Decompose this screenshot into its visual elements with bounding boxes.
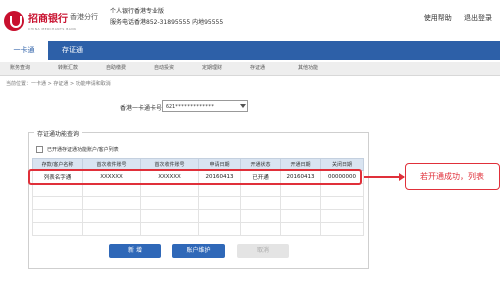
chevron-down-icon[interactable]	[240, 104, 246, 108]
table-row	[32, 209, 364, 223]
bank-branch: 香港分行	[70, 13, 98, 21]
bank-name-en: CHINA MERCHANTS BANK	[28, 27, 77, 31]
callout-arrow-line	[364, 176, 404, 178]
tab-deposit[interactable]: 存证通	[52, 41, 93, 60]
row-highlight-box	[28, 169, 362, 185]
subnav-item-payment[interactable]: 自助缴费	[106, 62, 126, 75]
help-link[interactable]: 使用帮助	[424, 14, 452, 22]
header-links: 使用帮助 退出登录	[414, 13, 492, 23]
account-select[interactable]: 621*************	[162, 100, 248, 112]
add-button[interactable]: 新 增	[109, 244, 161, 258]
bank-logo-icon	[4, 11, 24, 31]
table-row	[32, 183, 364, 197]
subnav-item-invest[interactable]: 自动投资	[154, 62, 174, 75]
breadcrumb: 当前位置：一卡通 > 存证通 > 功能申请和取消	[6, 81, 111, 87]
tab-card[interactable]: 一卡通	[0, 41, 48, 60]
account-maintain-button[interactable]: 账户维护	[172, 244, 225, 258]
subnav-item-fixed[interactable]: 定期理财	[202, 62, 222, 75]
header-service-phone: 服务电话香港852-31895555 内地95555	[110, 19, 224, 26]
subnav-item-account[interactable]: 账务查询	[10, 62, 30, 75]
logout-link[interactable]: 退出登录	[464, 14, 492, 22]
subnav-item-deposit[interactable]: 存证通	[250, 62, 265, 75]
table-row	[32, 196, 364, 210]
sub-nav: 账务查询 转账汇款 自助缴费 自动投资 定期理财 存证通 其他功能	[0, 62, 500, 76]
checkbox-label: 已开通存证通功能账户/客户列表	[47, 147, 119, 153]
bank-name: 招商银行	[28, 14, 68, 25]
panel-title: 存证通功能查询	[34, 129, 83, 138]
subnav-item-other[interactable]: 其他功能	[298, 62, 318, 75]
annotation-callout: 若开通成功，列表	[405, 163, 500, 190]
cancel-button[interactable]: 取消	[237, 244, 289, 258]
opened-accounts-checkbox[interactable]	[36, 146, 43, 153]
subnav-item-transfer[interactable]: 转账汇款	[58, 62, 78, 75]
table-row	[32, 222, 364, 236]
header-info-title: 个人银行香港专业版	[110, 8, 165, 15]
app-header: 招商银行 香港分行 CHINA MERCHANTS BANK 个人银行香港专业版…	[0, 0, 500, 40]
main-nav: 一卡通 存证通	[0, 41, 500, 60]
account-label: 香港一卡通卡号：	[120, 105, 169, 112]
